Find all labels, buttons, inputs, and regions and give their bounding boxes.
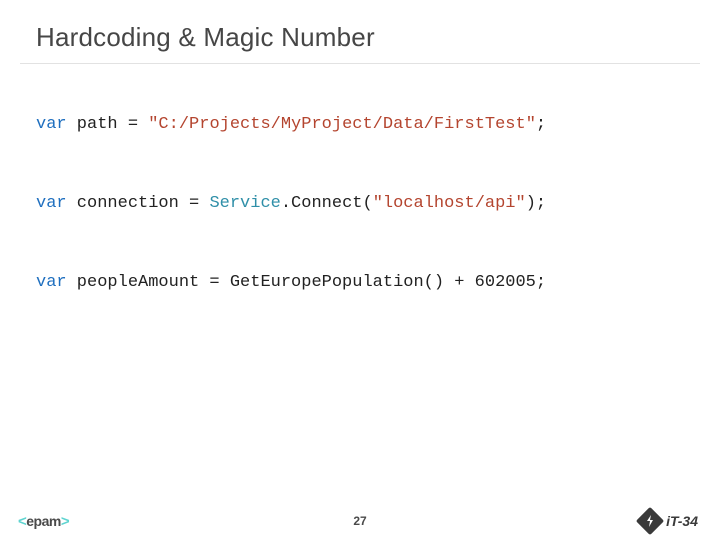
code-line-2: var connection = Service.Connect("localh…: [36, 193, 684, 216]
epam-logo: < epam >: [18, 513, 69, 530]
slide-body: var path = "C:/Projects/MyProject/Data/F…: [0, 64, 720, 502]
page-number: 27: [353, 514, 366, 528]
brand-text: epam: [26, 513, 61, 529]
footer-left: < epam >: [18, 513, 69, 530]
keyword: var: [36, 273, 67, 292]
bracket-right-icon: >: [61, 513, 69, 530]
code-text: path =: [67, 115, 149, 134]
slide: Hardcoding & Magic Number var path = "C:…: [0, 0, 720, 540]
code-line-1: var path = "C:/Projects/MyProject/Data/F…: [36, 114, 684, 137]
code-text: ;: [536, 115, 546, 134]
code-text: connection =: [67, 194, 210, 213]
footer-right: iT-34: [640, 511, 698, 531]
slide-header: Hardcoding & Magic Number: [0, 0, 720, 63]
it34-label: iT-34: [666, 513, 698, 529]
bracket-left-icon: <: [18, 513, 26, 530]
slide-footer: < epam > 27 iT-34: [0, 502, 720, 540]
code-text: );: [526, 194, 546, 213]
keyword: var: [36, 194, 67, 213]
class-name: Service: [209, 194, 280, 213]
string-literal: "localhost/api": [373, 194, 526, 213]
code-text: peopleAmount = GetEuropePopulation() + 6…: [67, 273, 546, 292]
string-literal: "C:/Projects/MyProject/Data/FirstTest": [148, 115, 536, 134]
code-line-3: var peopleAmount = GetEuropePopulation()…: [36, 272, 684, 295]
keyword: var: [36, 115, 67, 134]
code-text: .Connect(: [281, 194, 373, 213]
slide-title: Hardcoding & Magic Number: [36, 22, 684, 53]
bolt-icon: [636, 507, 664, 535]
